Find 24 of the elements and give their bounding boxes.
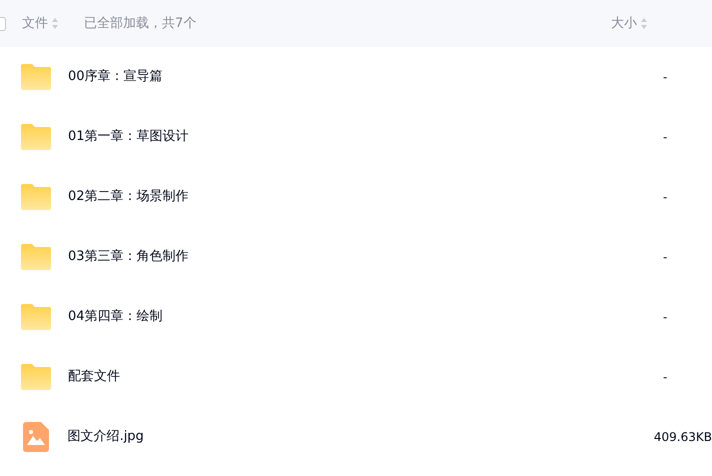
folder-icon (21, 244, 51, 270)
folder-icon (21, 64, 51, 90)
folder-icon (21, 124, 51, 150)
file-name[interactable]: 00序章：宣导篇 (68, 67, 663, 87)
file-name[interactable]: 配套文件 (68, 367, 663, 387)
file-size: - (663, 69, 668, 86)
file-count-text: 已全部加载，共7个 (84, 14, 198, 33)
file-name[interactable]: 02第二章：场景制作 (68, 187, 663, 207)
folder-icon (21, 364, 51, 390)
file-name[interactable]: 03第三章：角色制作 (68, 247, 663, 267)
file-size: - (663, 309, 668, 326)
sort-icon[interactable] (52, 18, 58, 29)
file-size: - (663, 369, 668, 386)
file-size: - (663, 249, 668, 266)
folder-icon (21, 304, 51, 330)
folder-icon (21, 184, 51, 210)
sort-icon[interactable] (641, 18, 647, 29)
file-size: - (663, 129, 668, 146)
file-name[interactable]: 01第一章：草图设计 (68, 127, 663, 147)
file-size: - (663, 189, 668, 206)
file-name[interactable]: 图文介绍.jpg (68, 427, 654, 447)
image-file-icon (22, 422, 49, 452)
file-size: 409.63KB (654, 429, 712, 446)
file-name[interactable]: 04第四章：绘制 (68, 307, 663, 327)
